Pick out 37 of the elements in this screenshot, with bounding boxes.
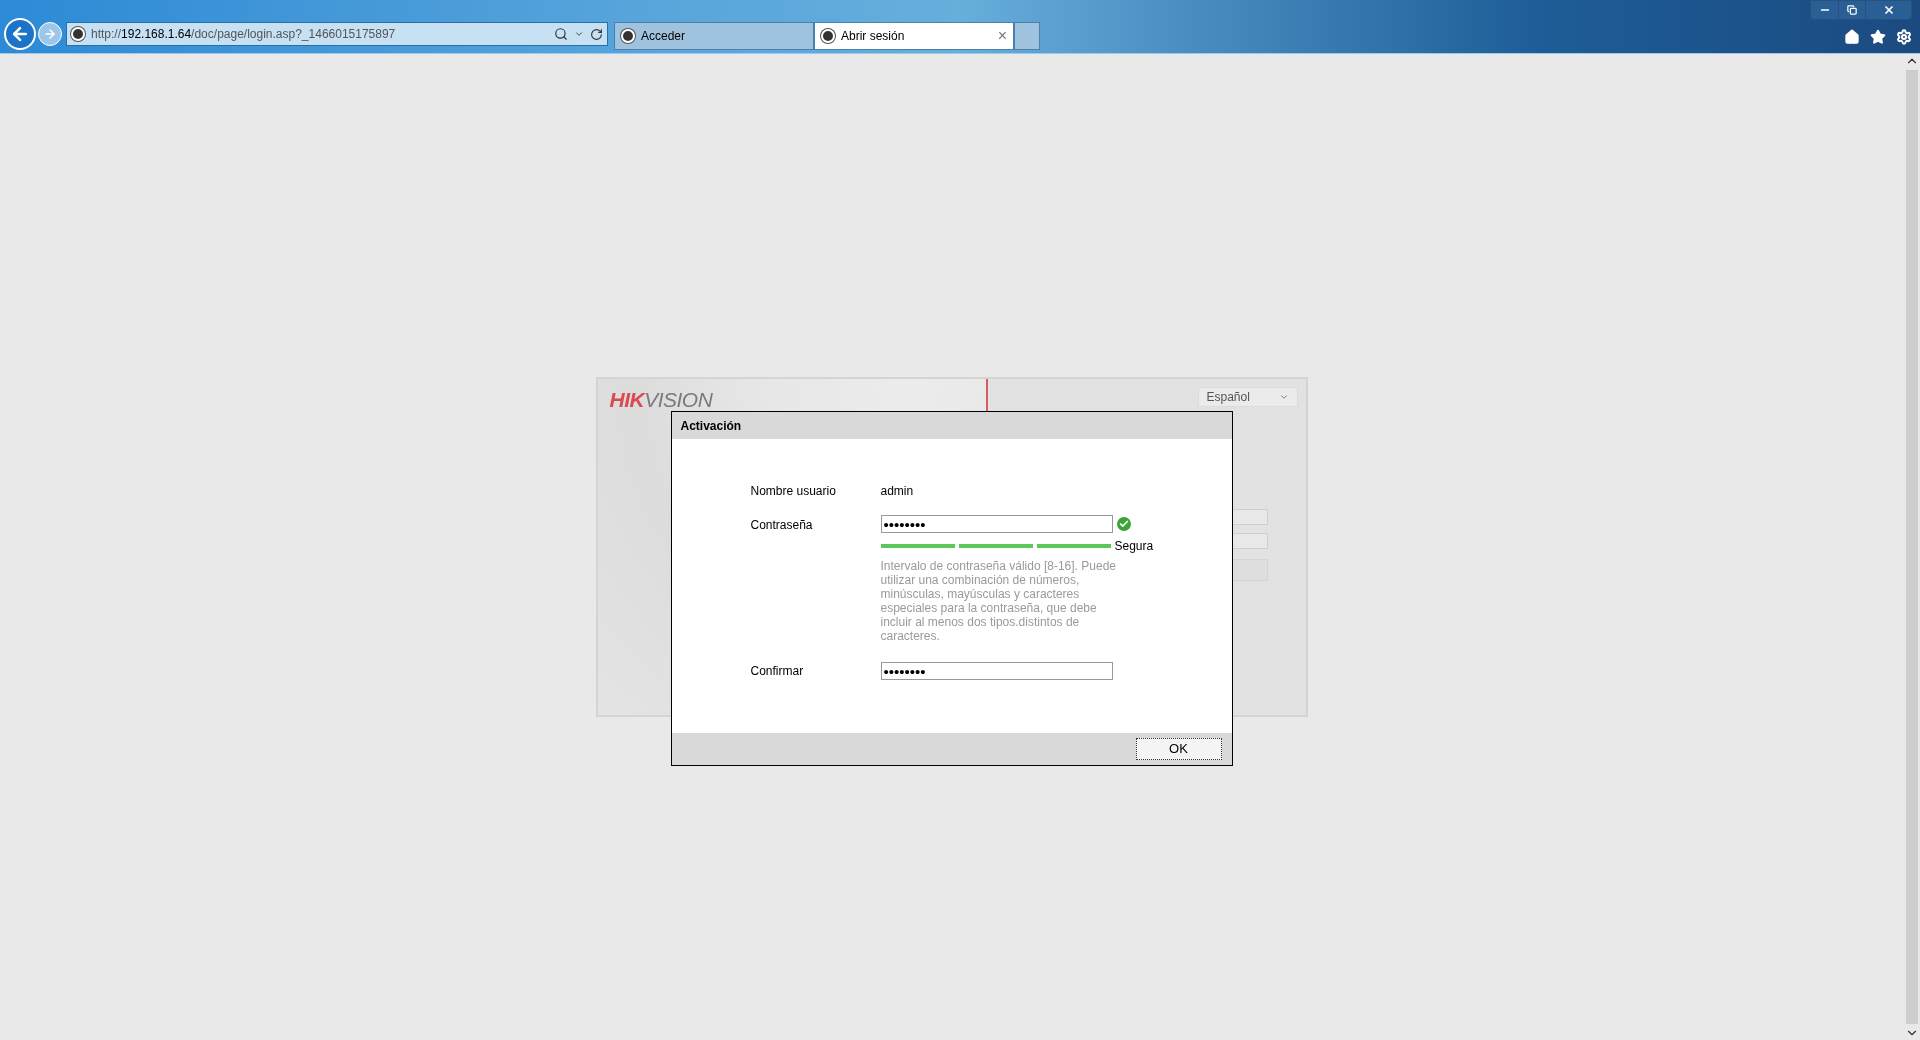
browser-tab[interactable]: Acceder [614, 22, 814, 50]
site-icon [71, 27, 85, 41]
dropdown-icon[interactable] [574, 29, 584, 39]
confirm-password-field[interactable]: •••••••• [880, 662, 1113, 680]
restore-button[interactable] [1838, 1, 1865, 19]
back-button[interactable] [4, 18, 36, 50]
minimize-button[interactable] [1811, 1, 1838, 19]
address-bar[interactable]: http://192.168.1.64/doc/page/login.asp?_1466015175897 [66, 22, 608, 46]
scrollbar-thumb[interactable] [1905, 70, 1918, 1024]
password-hint: Intervalo de contraseña válido [8-16]. Puede utilizar una combinación de números, minúsculas, mayúsculas y caracteres especiales para la contraseña, que debe incluir al menos dos tipos.distintos de caracteres. [880, 559, 1117, 643]
settings-icon[interactable] [1896, 29, 1912, 45]
chevron-down-icon [1278, 392, 1289, 402]
arrow-left-icon [10, 24, 30, 44]
url-text: http://192.168.1.64/doc/page/login.asp?_1466015175897 [91, 26, 397, 43]
password-field[interactable]: •••••••• [880, 515, 1113, 533]
username-value: admin [880, 483, 914, 500]
ok-button[interactable]: OK [1135, 738, 1222, 760]
language-select[interactable]: Español [1197, 387, 1298, 407]
arrow-right-icon [43, 27, 57, 41]
search-icon[interactable] [554, 27, 568, 41]
field-label: Nombre usuario [750, 483, 837, 500]
logo-text: HIKVISION [609, 389, 714, 410]
close-tab-button[interactable]: × [997, 28, 1007, 44]
strength-label: Segura [1114, 538, 1154, 555]
close-icon [1882, 4, 1895, 16]
refresh-icon[interactable] [590, 27, 603, 41]
field-label: Confirmar [750, 663, 805, 680]
favorites-icon[interactable] [1870, 29, 1886, 45]
forward-button[interactable] [38, 22, 62, 46]
browser-tab[interactable]: Abrir sesión × [814, 22, 1014, 50]
dialog-title: Activación [680, 417, 742, 435]
site-icon [621, 29, 635, 43]
close-window-button[interactable] [1865, 1, 1911, 19]
restore-icon [1847, 5, 1857, 15]
site-icon [821, 29, 835, 43]
home-icon[interactable] [1844, 29, 1860, 45]
field-label: Contraseña [750, 517, 814, 534]
